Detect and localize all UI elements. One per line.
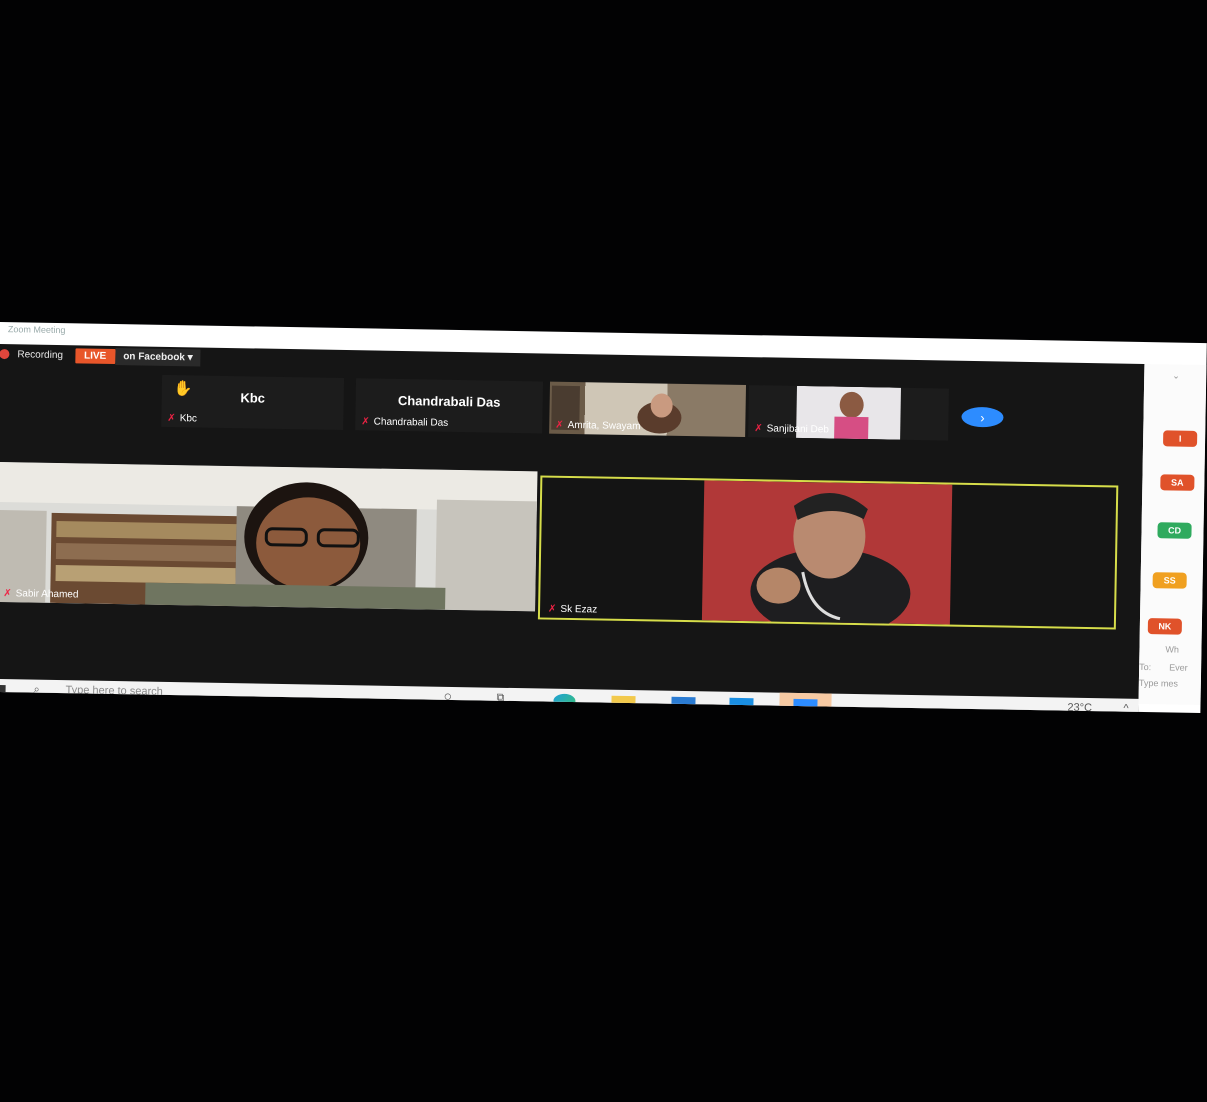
participant-label: ✗ Sk Ezaz: [548, 604, 597, 616]
live-destination-label: on Facebook: [123, 350, 186, 363]
participant-label-text: Sabir Ahamed: [15, 588, 79, 601]
zoom-icon: [793, 698, 818, 712]
app-icon[interactable]: [729, 697, 754, 711]
participant-label: ✗ Sanjibani Deb: [754, 423, 829, 435]
participant-tile-amrita[interactable]: ✗ Amrita, Swayam: [549, 381, 747, 438]
zoom-window: Zoom Meeting Recording LIVE on Facebook …: [0, 322, 1207, 714]
participant-label: ✗ Sabir Ahamed: [3, 588, 78, 600]
live-destination-dropdown[interactable]: on Facebook ▾: [115, 347, 201, 367]
participant-avatar[interactable]: NK: [1147, 618, 1183, 635]
weather-temperature[interactable]: 23°C: [1067, 702, 1092, 713]
mic-muted-icon: ✗: [3, 588, 12, 600]
video-tile-sk-ezaz-active-speaker[interactable]: ✗ Sk Ezaz: [537, 475, 1119, 630]
participant-tile-sanjibani[interactable]: ✗ Sanjibani Deb: [748, 385, 949, 441]
participant-label-text: Sk Ezaz: [560, 603, 598, 616]
participant-avatar[interactable]: I: [1163, 430, 1198, 447]
participant-label: ✗ Chandrabali Das: [361, 416, 448, 429]
start-button[interactable]: [0, 685, 6, 698]
participant-label: ✗ Kbc: [167, 413, 197, 425]
recording-bar: Recording LIVE on Facebook ▾: [0, 344, 201, 368]
mic-muted-icon: ✗: [547, 603, 557, 615]
participant-avatar[interactable]: CD: [1157, 522, 1192, 539]
who-can-see-label: Wh: [1165, 644, 1180, 655]
taskbar-search-input[interactable]: Type here to search: [65, 684, 162, 698]
video-tile-sabir[interactable]: ✗ Sabir Ahamed: [0, 461, 538, 612]
chat-message-input[interactable]: Type mes: [1139, 678, 1178, 689]
participant-label-text: Sanjibani Deb: [766, 423, 829, 436]
chat-recipient-dropdown[interactable]: Ever: [1169, 662, 1188, 672]
recording-dot-icon: [0, 348, 10, 360]
next-page-button[interactable]: ›: [961, 406, 1004, 428]
live-badge: LIVE: [74, 347, 116, 364]
video-feed: [701, 480, 953, 628]
participant-avatar[interactable]: SA: [1160, 474, 1195, 491]
window-title: Zoom Meeting: [7, 324, 66, 336]
participant-avatar[interactable]: SS: [1152, 572, 1187, 589]
search-icon[interactable]: ⌕: [33, 684, 39, 697]
participants-panel: ⌄ I SA CD SS NK Wh To: Ever Type mes: [1138, 363, 1207, 706]
mic-muted-icon: ✗: [555, 419, 564, 431]
participant-label: ✗ Amrita, Swayam: [555, 420, 640, 432]
tray-caret-icon[interactable]: ^: [1123, 703, 1128, 713]
participant-name-large: Kbc: [240, 390, 266, 406]
task-view-icon[interactable]: ⧉: [496, 692, 504, 705]
mic-muted-icon: ✗: [754, 423, 763, 435]
chevron-down-icon: ▾: [187, 351, 193, 363]
file-explorer-icon[interactable]: [611, 695, 636, 709]
mail-icon[interactable]: [671, 696, 696, 710]
chat-to-label: To:: [1139, 661, 1152, 673]
participant-tile-kbc[interactable]: ✋ Kbc ✗ Kbc: [161, 374, 345, 431]
zoom-meeting-area: Recording LIVE on Facebook ▾ ✋ Kbc ✗ Kbc…: [0, 343, 1145, 712]
chevron-down-icon[interactable]: ⌄: [1172, 370, 1180, 381]
edge-browser-icon[interactable]: [553, 693, 576, 709]
cortana-icon[interactable]: ○: [443, 688, 452, 704]
participant-name-large: Chandrabali Das: [397, 392, 501, 410]
monitor-screen: Zoom Meeting Recording LIVE on Facebook …: [0, 322, 1207, 743]
video-feed: [0, 461, 538, 612]
participant-tile-chandrabali[interactable]: Chandrabali Das ✗ Chandrabali Das: [355, 378, 544, 434]
recording-label[interactable]: Recording: [17, 349, 63, 361]
participant-label-text: Kbc: [179, 413, 198, 425]
mic-muted-icon: ✗: [361, 416, 370, 428]
participant-label-text: Amrita, Swayam: [567, 419, 641, 433]
participant-label-text: Chandrabali Das: [373, 416, 449, 429]
mic-muted-icon: ✗: [167, 412, 176, 425]
